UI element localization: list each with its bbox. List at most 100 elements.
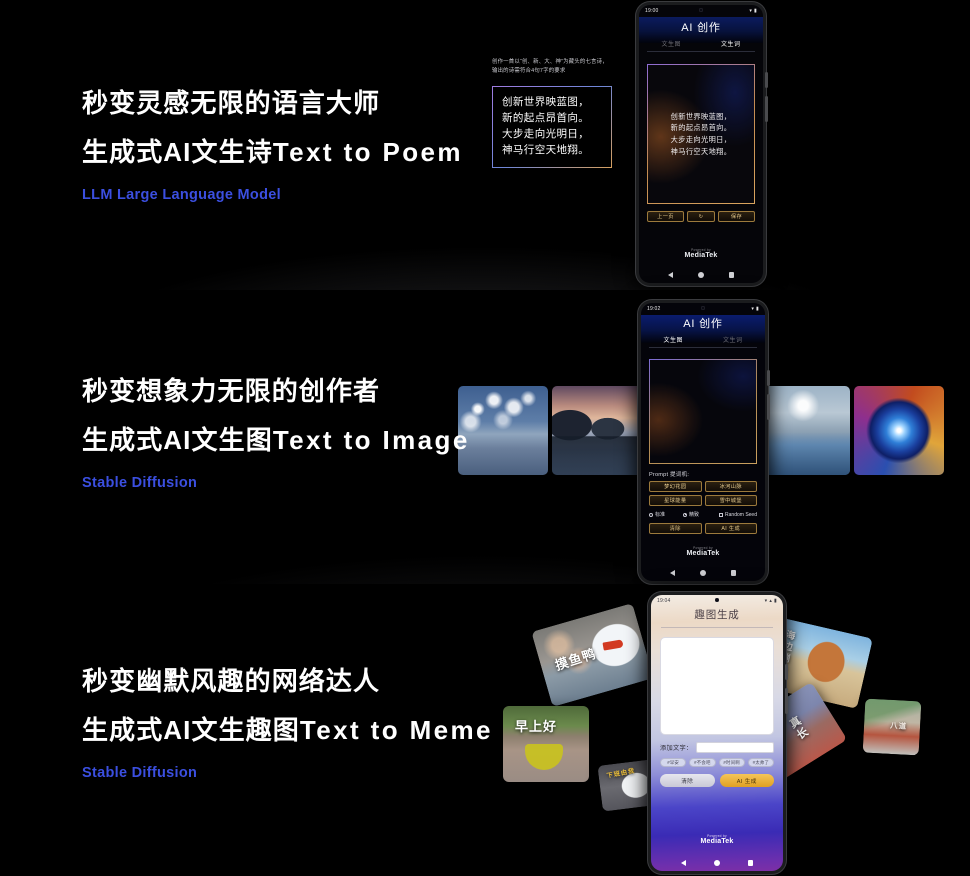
recents-icon[interactable]: [747, 860, 754, 866]
home-icon[interactable]: [697, 272, 704, 278]
headline-subtitle: LLM Large Language Model: [82, 187, 281, 204]
status-time: 19:00: [645, 8, 659, 14]
meme-card-tea-bowl[interactable]: 早上好: [503, 706, 589, 782]
recents-icon[interactable]: [730, 570, 737, 576]
clear-button[interactable]: 清除: [649, 523, 702, 534]
thumbnail-cosmic-vortex[interactable]: [854, 386, 944, 475]
tab-text-to-image[interactable]: 文生图: [663, 335, 683, 344]
ai-generate-button[interactable]: AI 生成: [704, 523, 757, 534]
tag-row: #早安 #不会吧 #时间啊 #太帅了: [660, 758, 774, 767]
option-standard-label: 标准: [655, 512, 666, 518]
phone-screen-meme: 19:04 ▾ ▴ ▮ 趣图生成 添加文字： #早安 #不会吧 #时间啊 #太帅…: [651, 595, 783, 871]
prompt-callout-note: 创作一首以“创、新、大、神”为藏头的七言诗，输出的诗需符合4句7字的要求: [492, 59, 608, 75]
headline-primary: 秒变幽默风趣的网络达人: [82, 666, 381, 696]
poem-line: 神马行空天地翔。: [502, 143, 590, 156]
android-nav-bar: [641, 570, 765, 576]
phone-screen-poem: 19:00 ▾ ▮ AI 创作 文生图 文生词 创新世界映蓝图， 新的起点昂首向…: [639, 5, 763, 283]
tag-no-way[interactable]: #不会吧: [689, 758, 716, 767]
home-icon[interactable]: [713, 860, 720, 866]
thumbnail-image: [552, 386, 642, 475]
headline-secondary: 生成式AI文生趣图Text to Meme: [82, 715, 493, 746]
thumbnail-mountain-reflection[interactable]: [552, 386, 642, 475]
status-bar: 19:00 ▾ ▮: [639, 5, 763, 17]
tab-text-to-poem[interactable]: 文生词: [721, 39, 741, 48]
headline-secondary-en: Text to Meme: [299, 714, 493, 745]
mediatek-logo: MediaTek: [684, 252, 718, 259]
back-icon[interactable]: [680, 860, 686, 866]
brand-footer: Powered by MediaTek: [641, 546, 765, 557]
headline-primary: 秒变灵感无限的语言大师: [82, 88, 381, 118]
prompt-preset-snow-castle[interactable]: 雪中城堡: [704, 495, 757, 506]
option-standard[interactable]: 标准: [649, 511, 665, 518]
app-title: AI 创作: [681, 22, 721, 34]
thumbnail-icy-river-valley[interactable]: [760, 386, 850, 475]
action-button-row: 清除 AI 生成: [660, 774, 774, 787]
status-time: 19:04: [657, 598, 671, 604]
headline-block-meme: 秒变幽默风趣的网络达人 生成式AI文生趣图Text to Meme Stable…: [82, 666, 493, 781]
camera-notch-icon: [701, 306, 705, 310]
prompt-preset-glacier-mountains[interactable]: 冰河山脉: [704, 481, 757, 492]
tag-time[interactable]: #时间啊: [718, 758, 745, 767]
option-random-seed-label: Random Seed: [725, 511, 757, 518]
brand-footer: Powered by MediaTek: [639, 248, 763, 259]
headline-block-image: 秒变想象力无限的创作者 生成式AI文生图Text to Image Stable…: [82, 376, 470, 491]
back-icon[interactable]: [669, 570, 675, 576]
ai-generate-button[interactable]: AI 生成: [719, 774, 774, 787]
android-nav-bar: [639, 272, 763, 278]
meme-caption: 八道: [889, 720, 908, 731]
poem-output-line: 新的起点昂首向。: [670, 123, 732, 133]
prev-page-button[interactable]: 上一页: [647, 211, 684, 222]
option-random-seed[interactable]: Random Seed: [719, 512, 757, 518]
checkbox-icon[interactable]: [719, 512, 724, 517]
headline-secondary-cn: 生成式AI文生趣图: [82, 714, 300, 745]
headline-subtitle: Stable Diffusion: [82, 475, 198, 492]
mediatek-logo: MediaTek: [700, 838, 734, 845]
back-icon[interactable]: [667, 272, 673, 278]
thumbnail-image: [458, 386, 548, 475]
headline-secondary-cn: 生成式AI文生诗: [82, 136, 273, 167]
phone-mockup-meme: 19:04 ▾ ▴ ▮ 趣图生成 添加文字： #早安 #不会吧 #时间啊 #太帅…: [648, 592, 788, 874]
headline-secondary-en: Text to Image: [272, 424, 470, 455]
clear-button[interactable]: 清除: [660, 774, 715, 787]
signal-icon: ▴: [769, 597, 773, 604]
radio-icon[interactable]: [649, 512, 653, 517]
save-button[interactable]: 保存: [718, 211, 755, 222]
tab-text-to-image[interactable]: 文生图: [661, 39, 681, 48]
tab-divider: [647, 51, 755, 52]
option-refined[interactable]: 精致: [683, 511, 699, 518]
poem-line: 新的起点昂首向。: [502, 111, 590, 124]
headline-secondary: 生成式AI文生图Text to Image: [82, 425, 470, 456]
thumbnail-image: [760, 386, 850, 475]
prompt-label: Prompt 提词机:: [649, 472, 690, 478]
home-icon[interactable]: [699, 570, 706, 576]
brand-footer: Powered by MediaTek: [651, 834, 783, 845]
headline-secondary-cn: 生成式AI文生图: [82, 424, 273, 455]
status-bar: 19:04 ▾ ▴ ▮: [651, 595, 783, 607]
tag-so-cool[interactable]: #太帅了: [747, 758, 774, 767]
app-title: 趣图生成: [694, 609, 740, 621]
battery-icon: ▮: [756, 305, 759, 312]
tab-text-to-poem[interactable]: 文生词: [723, 335, 743, 344]
thumbnail-clouds-over-water[interactable]: [458, 386, 548, 475]
radio-icon-selected[interactable]: [683, 512, 688, 517]
poem-output-area: 创新世界映蓝图， 新的起点昂首向。 大步走向光明日， 神马行空天地翔。: [647, 64, 755, 204]
recents-icon[interactable]: [728, 272, 735, 278]
headline-secondary-en: Text to Poem: [272, 136, 463, 167]
android-nav-bar: [651, 860, 783, 866]
phone-mockup-image: 19:02 ▾ ▮ AI 创作 文生图 文生词 Prompt 提词机: 梦幻花园: [638, 300, 770, 584]
battery-icon: ▮: [754, 7, 757, 14]
add-text-input[interactable]: [696, 742, 774, 753]
headline-block-poem: 秒变灵感无限的语言大师 生成式AI文生诗Text to Poem LLM Lar…: [82, 88, 463, 203]
headline-subtitle: Stable Diffusion: [82, 765, 198, 782]
poem-line: 创新世界映蓝图，: [502, 95, 590, 108]
refresh-button[interactable]: ↻: [687, 211, 715, 222]
thumbnail-image: [854, 386, 944, 475]
battery-icon: ▮: [774, 597, 777, 604]
headline-primary: 秒变想象力无限的创作者: [82, 376, 381, 406]
signal-icon: ▾: [749, 7, 753, 14]
prompt-preset-dreamy-garden[interactable]: 梦幻花园: [649, 481, 702, 492]
tag-good-morning[interactable]: #早安: [660, 758, 687, 767]
meme-card-carrot-small[interactable]: 八道: [862, 698, 922, 756]
title-divider: [661, 627, 773, 628]
prompt-preset-planet-energy[interactable]: 星球能量: [649, 495, 702, 506]
